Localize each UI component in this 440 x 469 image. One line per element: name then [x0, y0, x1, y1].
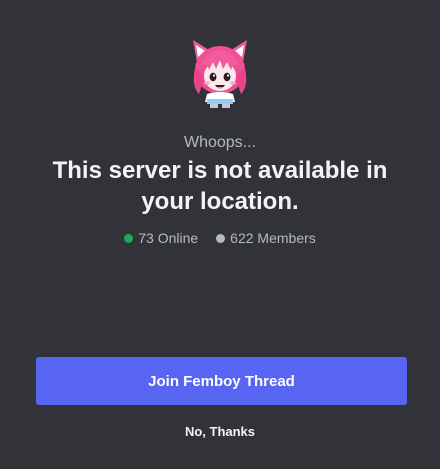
- member-count: 622 Members: [216, 229, 316, 247]
- online-status-dot-icon: [124, 233, 134, 243]
- online-count: 73 Online: [124, 229, 198, 247]
- members-status-dot-icon: [216, 233, 226, 243]
- server-unavailable-modal: Whoops... This server is not available i…: [0, 0, 440, 469]
- server-avatar-icon: [193, 40, 247, 108]
- member-count-label: 622 Members: [230, 230, 316, 246]
- modal-title: This server is not available in your loc…: [52, 157, 388, 215]
- online-count-label: 73 Online: [138, 230, 199, 246]
- server-stats: 73 Online 622 Members: [0, 229, 440, 247]
- modal-eyebrow: Whoops...: [183, 134, 257, 151]
- no-thanks-button[interactable]: No, Thanks: [0, 423, 440, 441]
- join-server-button[interactable]: Join Femboy Thread: [36, 357, 407, 405]
